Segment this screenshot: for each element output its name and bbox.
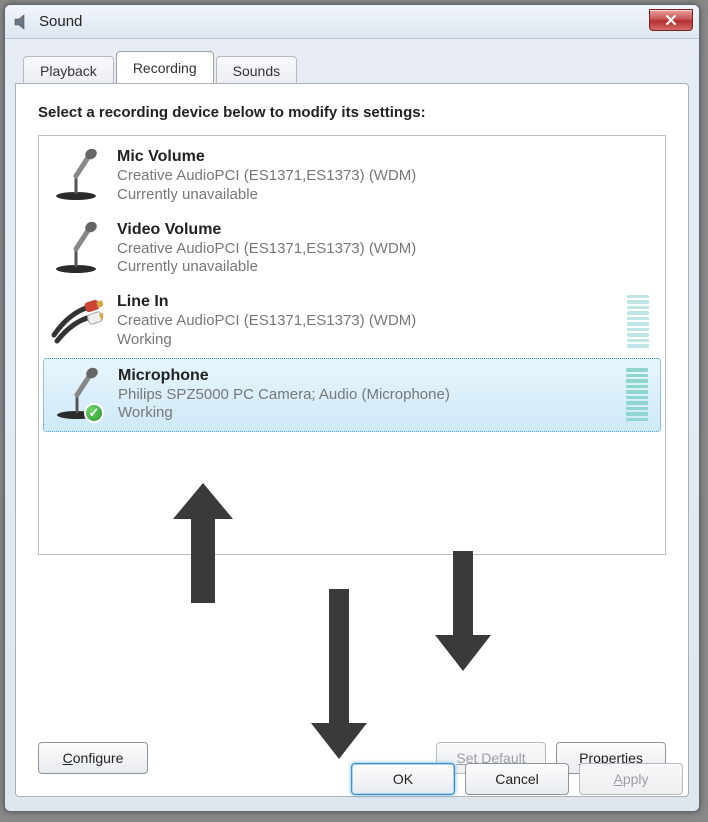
annotation-arrow-up [173, 483, 233, 603]
dialog-button-row: OK Cancel Apply [351, 763, 683, 795]
microphone-icon [49, 148, 103, 202]
annotation-arrow-down [311, 589, 367, 759]
cancel-button[interactable]: Cancel [465, 763, 569, 795]
tab-strip: Playback Recording Sounds [15, 49, 689, 83]
device-desc: Creative AudioPCI (ES1371,ES1373) (WDM) [117, 311, 651, 331]
device-desc: Philips SPZ5000 PC Camera; Audio (Microp… [118, 385, 650, 405]
device-status: Currently unavailable [117, 258, 651, 275]
device-desc: Creative AudioPCI (ES1371,ES1373) (WDM) [117, 166, 651, 186]
device-status: Working [118, 404, 650, 421]
device-status: Working [117, 331, 651, 348]
level-meter [627, 295, 649, 348]
device-item[interactable]: Mic Volume Creative AudioPCI (ES1371,ES1… [43, 140, 661, 213]
device-list[interactable]: Mic Volume Creative AudioPCI (ES1371,ES1… [38, 135, 666, 555]
apply-button[interactable]: Apply [579, 763, 683, 795]
device-name: Video Volume [117, 221, 651, 239]
configure-button[interactable]: CConfigureonfigure [38, 742, 148, 774]
device-item[interactable]: Video Volume Creative AudioPCI (ES1371,E… [43, 213, 661, 286]
sound-dialog: Sound Playback Recording Sounds Select a… [4, 4, 700, 812]
instruction-text: Select a recording device below to modif… [38, 104, 666, 121]
speaker-icon [13, 13, 31, 31]
microphone-icon: ✓ [50, 367, 104, 421]
device-item-selected[interactable]: ✓ Microphone Philips SPZ5000 PC Camera; … [43, 358, 661, 433]
level-meter [626, 369, 648, 422]
device-name: Line In [117, 293, 651, 311]
default-check-icon: ✓ [84, 403, 104, 423]
device-desc: Creative AudioPCI (ES1371,ES1373) (WDM) [117, 239, 651, 259]
annotation-arrow-down [435, 551, 491, 671]
tab-recording[interactable]: Recording [116, 51, 214, 83]
microphone-icon [49, 221, 103, 275]
device-name: Microphone [118, 367, 650, 385]
tab-sounds[interactable]: Sounds [216, 56, 297, 84]
tab-playback[interactable]: Playback [23, 56, 114, 84]
ok-button[interactable]: OK [351, 763, 455, 795]
close-button[interactable] [649, 9, 693, 31]
titlebar[interactable]: Sound [5, 5, 699, 39]
device-status: Currently unavailable [117, 186, 651, 203]
window-title: Sound [39, 13, 82, 30]
audio-cable-icon [49, 293, 103, 347]
device-name: Mic Volume [117, 148, 651, 166]
device-item[interactable]: Line In Creative AudioPCI (ES1371,ES1373… [43, 285, 661, 358]
